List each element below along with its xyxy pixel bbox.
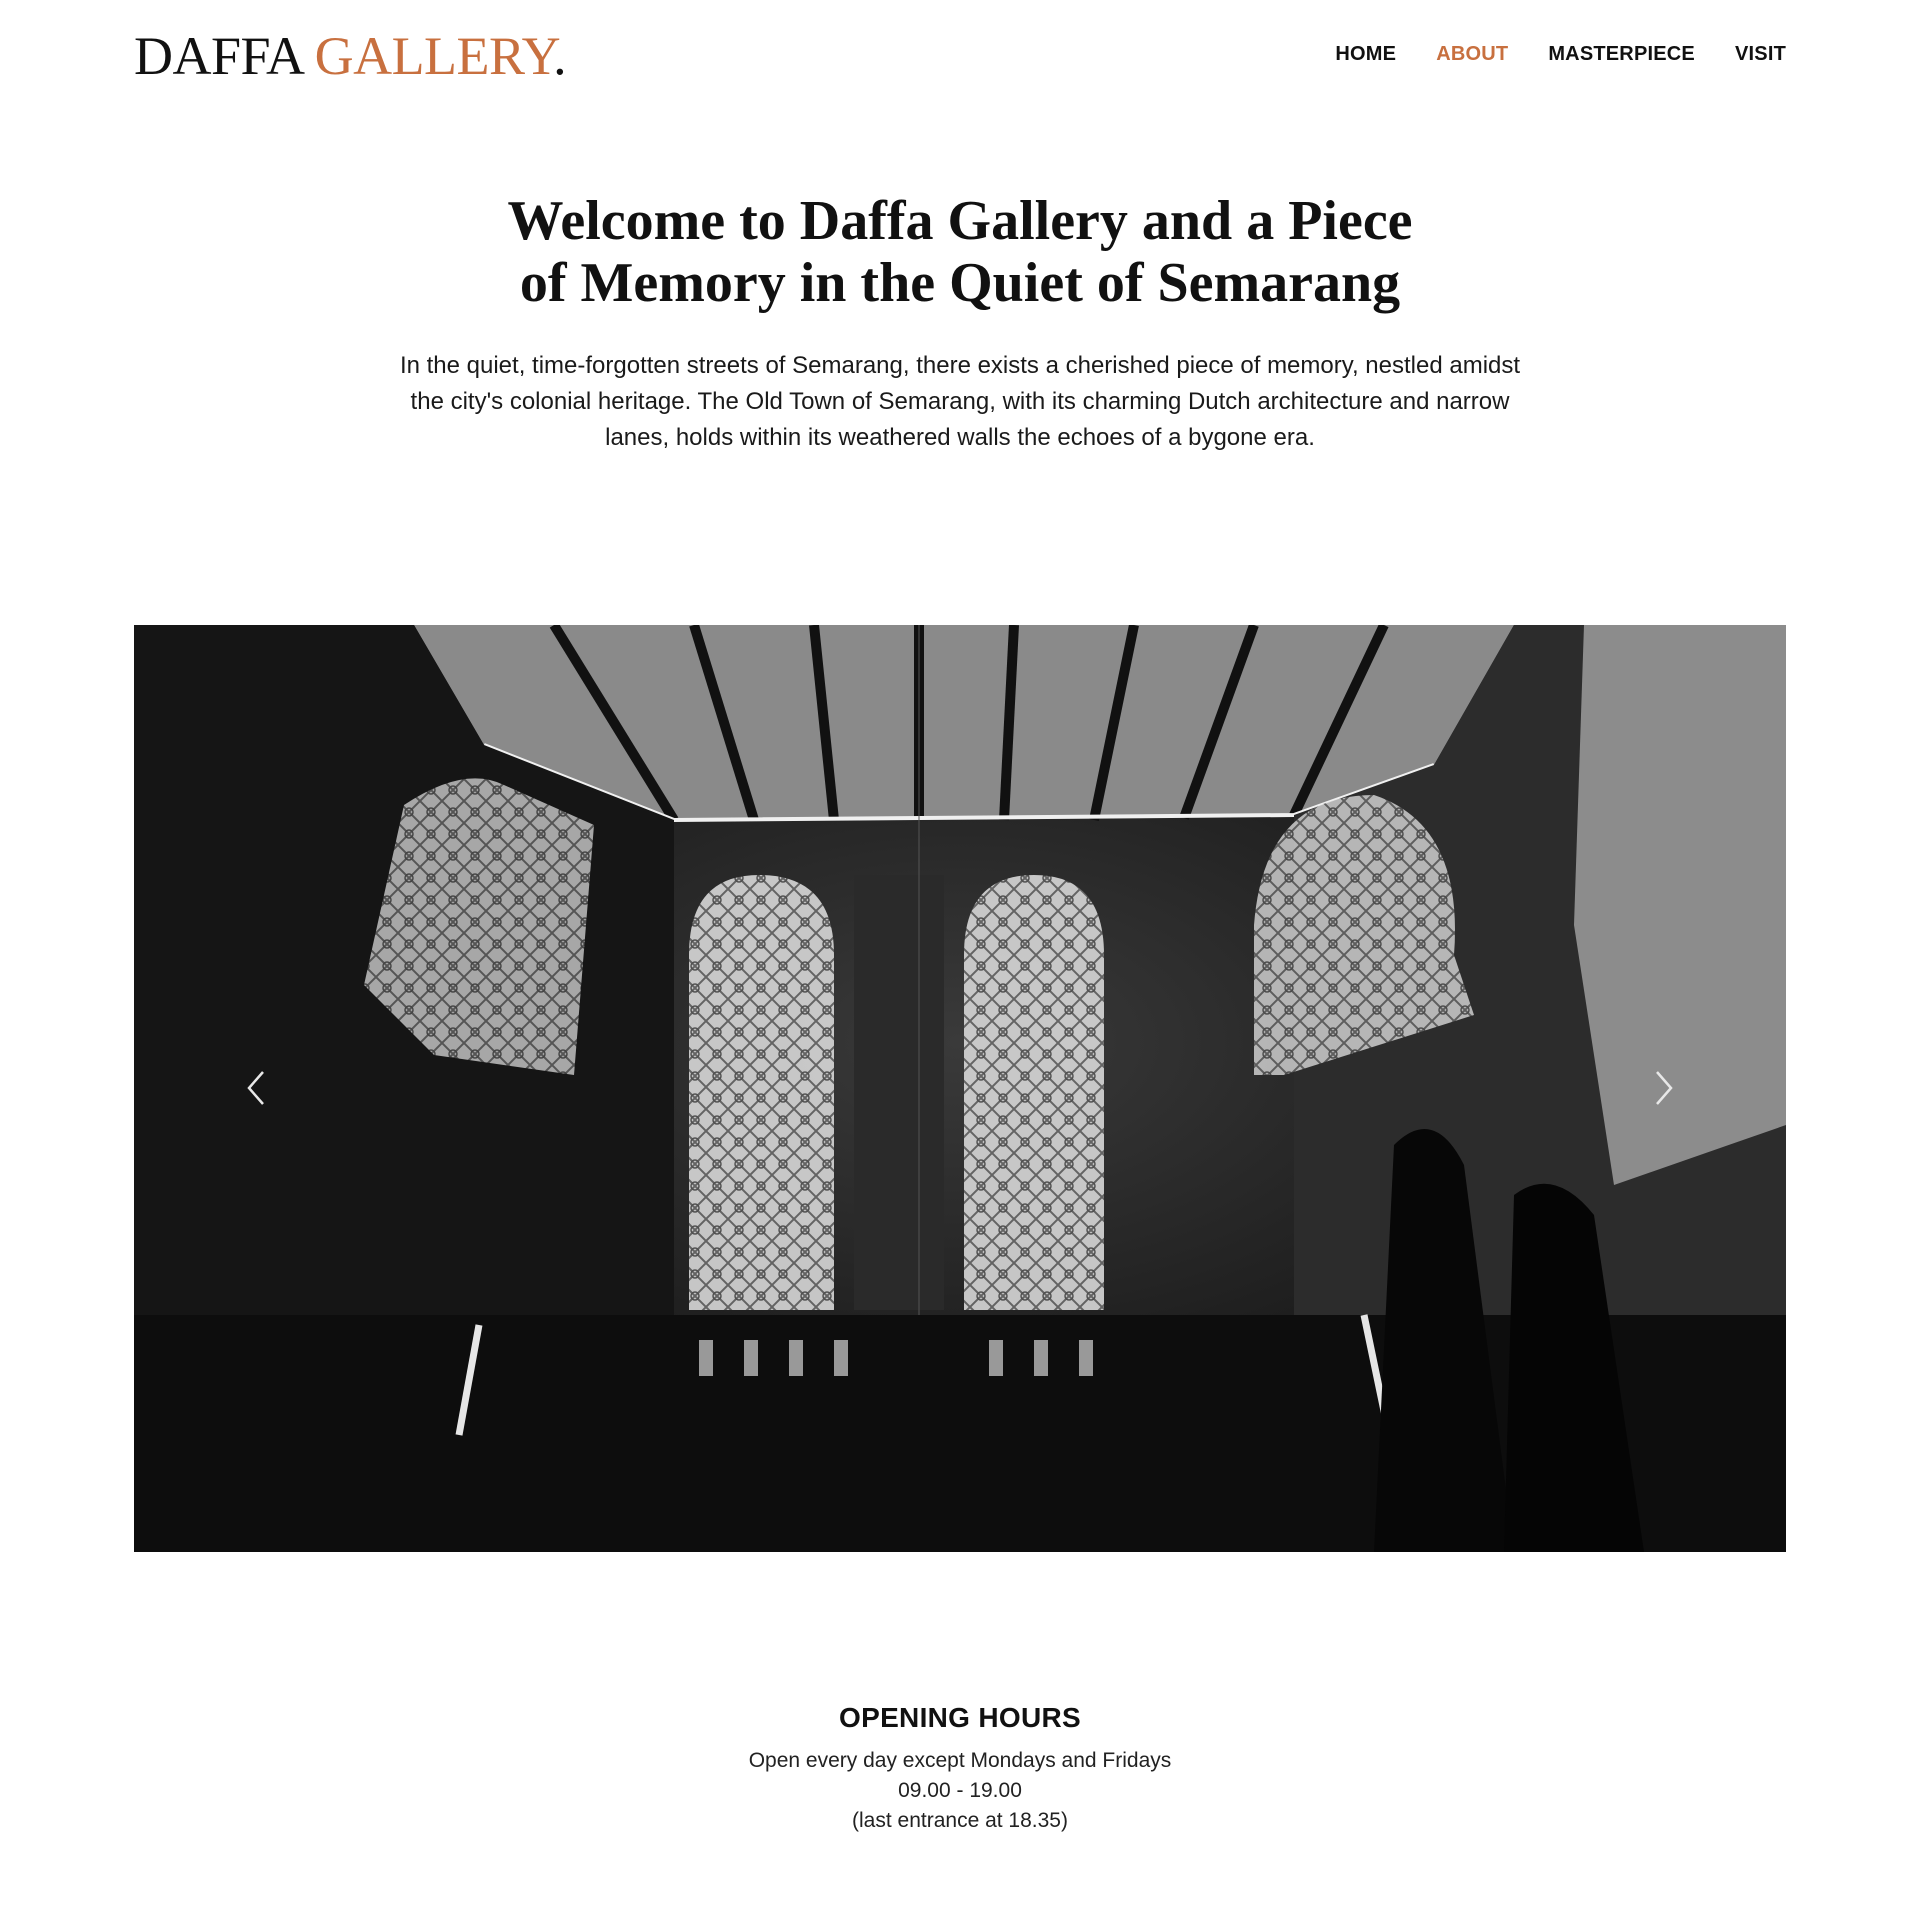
slider-prev-button[interactable]: [230, 1061, 284, 1115]
opening-time-text: 09.00 - 19.00: [898, 1779, 1022, 1802]
main-nav: HOME ABOUT MASTERPIECE VISIT: [1335, 40, 1786, 68]
nav-item-masterpiece[interactable]: MASTERPIECE: [1548, 40, 1695, 68]
brand-logo[interactable]: DAFFA GALLERY.: [134, 26, 567, 86]
opening-hours-section: OPENING HOURS Open every day except Mond…: [0, 1700, 1920, 1836]
logo-dot: .: [553, 26, 567, 86]
hero-title: Welcome to Daffa Gallery and a Piece of …: [507, 190, 1413, 314]
image-slider[interactable]: [134, 625, 1786, 1552]
hero-description: In the quiet, time-forgotten streets of …: [399, 352, 1521, 451]
opening-hours-title: OPENING HOURS: [839, 1702, 1081, 1733]
gallery-interior-image: [134, 625, 1786, 1552]
logo-text-accent: GALLERY: [314, 26, 554, 86]
chevron-right-icon: [1656, 1071, 1673, 1105]
hero-section: Welcome to Daffa Gallery and a Piece of …: [0, 190, 1920, 456]
last-entrance-text: (last entrance at 18.35): [852, 1809, 1068, 1832]
nav-item-home[interactable]: HOME: [1335, 40, 1396, 68]
slider-next-button[interactable]: [1636, 1061, 1690, 1115]
chevron-left-icon: [247, 1071, 264, 1105]
site-header: DAFFA GALLERY. HOME ABOUT MASTERPIECE VI…: [0, 0, 1920, 110]
nav-item-about[interactable]: ABOUT: [1436, 40, 1508, 68]
nav-item-visit[interactable]: VISIT: [1735, 40, 1786, 68]
logo-text-primary: DAFFA: [134, 26, 315, 86]
opening-days-text: Open every day except Mondays and Friday…: [748, 1749, 1172, 1772]
